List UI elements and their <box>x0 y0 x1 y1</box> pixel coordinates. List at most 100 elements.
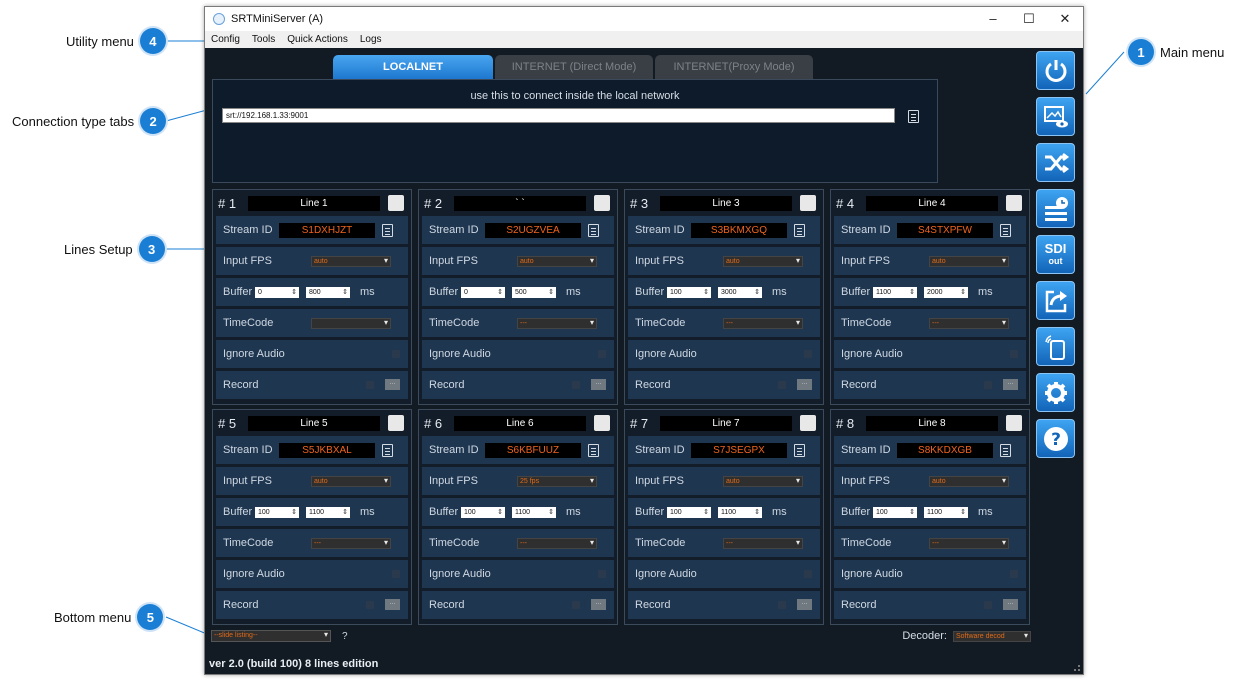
line-enable-checkbox[interactable] <box>594 195 610 211</box>
ignore-audio-checkbox[interactable] <box>804 570 812 578</box>
connection-url-field[interactable]: srt://192.168.1.33:9001 <box>222 108 895 123</box>
line-enable-checkbox[interactable] <box>800 415 816 431</box>
copy-stream-id-icon[interactable] <box>382 223 393 237</box>
timecode-dropdown[interactable]: --- <box>929 537 1009 549</box>
record-options-button[interactable]: ... <box>385 379 400 390</box>
maximize-button[interactable]: ☐ <box>1011 11 1047 27</box>
input-fps-dropdown[interactable]: auto <box>929 255 1009 267</box>
buffer-min-stepper[interactable]: 100 <box>461 506 505 518</box>
record-options-button[interactable]: ... <box>797 599 812 610</box>
tab-internet-proxy[interactable]: INTERNET(Proxy Mode) <box>655 55 813 79</box>
copy-stream-id-icon[interactable] <box>588 443 599 457</box>
buffer-max-stepper[interactable]: 1100 <box>924 506 968 518</box>
help-button[interactable]: ? <box>1036 419 1075 458</box>
sdi-out-button[interactable]: SDI out <box>1036 235 1075 274</box>
input-fps-dropdown[interactable]: auto <box>723 475 803 487</box>
ignore-audio-checkbox[interactable] <box>1010 350 1018 358</box>
timecode-dropdown[interactable]: --- <box>929 317 1009 329</box>
buffer-min-stepper[interactable]: 100 <box>667 286 711 298</box>
menu-tools[interactable]: Tools <box>252 34 275 45</box>
record-options-button[interactable]: ... <box>385 599 400 610</box>
buffer-max-stepper[interactable]: 800 <box>306 286 350 298</box>
record-options-button[interactable]: ... <box>1003 599 1018 610</box>
timecode-dropdown[interactable]: --- <box>723 317 803 329</box>
input-fps-dropdown[interactable]: auto <box>311 255 391 267</box>
record-checkbox[interactable] <box>778 381 786 389</box>
ignore-audio-checkbox[interactable] <box>392 570 400 578</box>
line-name-field[interactable]: Line 6 <box>454 415 586 431</box>
power-button[interactable] <box>1036 51 1075 90</box>
tab-localnet[interactable]: LOCALNET <box>333 55 493 79</box>
record-checkbox[interactable] <box>366 381 374 389</box>
record-options-button[interactable]: ... <box>591 379 606 390</box>
buffer-min-stepper[interactable]: 1100 <box>873 286 917 298</box>
input-fps-dropdown[interactable]: auto <box>311 475 391 487</box>
menu-config[interactable]: Config <box>211 34 240 45</box>
slide-help-link[interactable]: ? <box>342 631 348 642</box>
line-name-field[interactable]: Line 8 <box>866 415 998 431</box>
copy-stream-id-icon[interactable] <box>382 443 393 457</box>
resize-grip[interactable] <box>1074 665 1080 671</box>
line-name-field[interactable]: Line 3 <box>660 195 792 211</box>
copy-stream-id-icon[interactable] <box>1000 443 1011 457</box>
buffer-min-stepper[interactable]: 100 <box>255 506 299 518</box>
menu-logs[interactable]: Logs <box>360 34 382 45</box>
input-fps-dropdown[interactable]: 25 fps <box>517 475 597 487</box>
tab-internet-direct[interactable]: INTERNET (Direct Mode) <box>495 55 653 79</box>
record-checkbox[interactable] <box>778 601 786 609</box>
record-checkbox[interactable] <box>366 601 374 609</box>
input-fps-dropdown[interactable]: auto <box>929 475 1009 487</box>
record-options-button[interactable]: ... <box>797 379 812 390</box>
buffer-max-stepper[interactable]: 1100 <box>512 506 556 518</box>
record-options-button[interactable]: ... <box>591 599 606 610</box>
record-checkbox[interactable] <box>984 381 992 389</box>
buffer-min-stepper[interactable]: 100 <box>873 506 917 518</box>
buffer-min-stepper[interactable]: 0 <box>255 286 299 298</box>
close-button[interactable]: ✕ <box>1047 11 1083 27</box>
menu-quick-actions[interactable]: Quick Actions <box>287 34 348 45</box>
line-name-field[interactable]: Line 5 <box>248 415 380 431</box>
minimize-button[interactable]: – <box>975 11 1011 27</box>
input-fps-dropdown[interactable]: auto <box>517 255 597 267</box>
input-fps-dropdown[interactable]: auto <box>723 255 803 267</box>
record-options-button[interactable]: ... <box>1003 379 1018 390</box>
record-checkbox[interactable] <box>572 381 580 389</box>
mobile-button[interactable] <box>1036 327 1075 366</box>
copy-stream-id-icon[interactable] <box>588 223 599 237</box>
copy-url-icon[interactable] <box>908 110 919 123</box>
timecode-dropdown[interactable]: --- <box>517 537 597 549</box>
buffer-min-stepper[interactable]: 0 <box>461 286 505 298</box>
schedule-button[interactable] <box>1036 189 1075 228</box>
copy-stream-id-icon[interactable] <box>1000 223 1011 237</box>
line-enable-checkbox[interactable] <box>1006 195 1022 211</box>
buffer-max-stepper[interactable]: 1100 <box>306 506 350 518</box>
copy-stream-id-icon[interactable] <box>794 223 805 237</box>
timecode-dropdown[interactable]: --- <box>723 537 803 549</box>
line-name-field[interactable]: Line 1 <box>248 195 380 211</box>
line-enable-checkbox[interactable] <box>1006 415 1022 431</box>
ignore-audio-checkbox[interactable] <box>392 350 400 358</box>
ignore-audio-checkbox[interactable] <box>804 350 812 358</box>
timecode-dropdown[interactable]: --- <box>311 537 391 549</box>
slide-listing-dropdown[interactable]: --slide listing-- <box>211 630 331 642</box>
line-enable-checkbox[interactable] <box>594 415 610 431</box>
share-button[interactable] <box>1036 281 1075 320</box>
buffer-max-stepper[interactable]: 3000 <box>718 286 762 298</box>
buffer-min-stepper[interactable]: 100 <box>667 506 711 518</box>
line-enable-checkbox[interactable] <box>388 195 404 211</box>
buffer-max-stepper[interactable]: 1100 <box>718 506 762 518</box>
buffer-max-stepper[interactable]: 500 <box>512 286 556 298</box>
preview-button[interactable] <box>1036 97 1075 136</box>
ignore-audio-checkbox[interactable] <box>598 570 606 578</box>
shuffle-button[interactable] <box>1036 143 1075 182</box>
timecode-dropdown[interactable]: --- <box>517 317 597 329</box>
buffer-max-stepper[interactable]: 2000 <box>924 286 968 298</box>
record-checkbox[interactable] <box>984 601 992 609</box>
ignore-audio-checkbox[interactable] <box>1010 570 1018 578</box>
timecode-dropdown[interactable] <box>311 317 391 329</box>
line-name-field[interactable]: Line 4 <box>866 195 998 211</box>
settings-button[interactable] <box>1036 373 1075 412</box>
line-name-field[interactable]: Line 7 <box>660 415 792 431</box>
copy-stream-id-icon[interactable] <box>794 443 805 457</box>
line-enable-checkbox[interactable] <box>800 195 816 211</box>
